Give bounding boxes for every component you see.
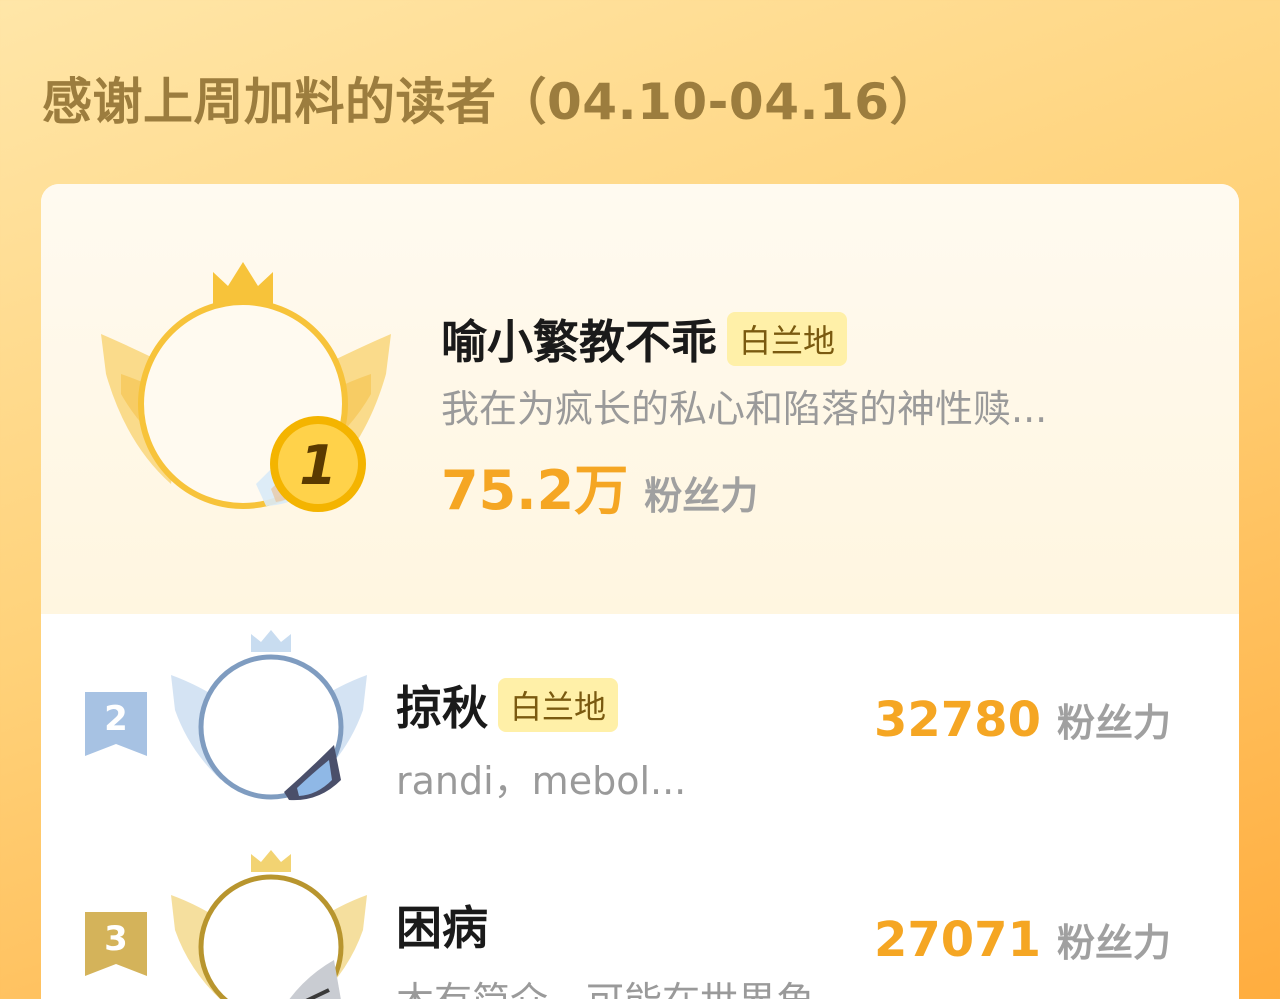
reader-score-2: 32780 [873, 692, 1041, 748]
top-reader-entry[interactable]: 1 喻小繁教不乖 白兰地 我在为疯长的私心和陷落的神性赎... 75.2万 粉丝… [41, 184, 1239, 614]
rank3-number: 3 [104, 919, 128, 959]
top-reader-avatar-frame[interactable]: 1 [96, 254, 396, 534]
reader-description-2: randi，mebol... [396, 759, 687, 803]
reader-avatar-3[interactable] [169, 850, 369, 999]
bronze-crown-wing-frame-icon [171, 850, 367, 999]
rank2-number: 2 [104, 699, 128, 739]
top-reader-name-row: 喻小繁教不乖 白兰地 [441, 306, 848, 372]
top-reader-description: 我在为疯长的私心和陷落的神性赎... [441, 387, 1048, 431]
reader-name-row-3: 困病 [396, 892, 488, 958]
top-reader-score-unit: 粉丝力 [644, 474, 759, 518]
bronze-rank-flag-icon: 3 [85, 912, 147, 976]
top-reader-score-row: 75.2万 粉丝力 [441, 446, 758, 525]
top-reader-badge: 白兰地 [727, 312, 848, 366]
ranking-card: 1 喻小繁教不乖 白兰地 我在为疯长的私心和陷落的神性赎... 75.2万 粉丝… [41, 184, 1239, 999]
reader-score-3: 27071 [873, 912, 1041, 968]
reader-score-row-3: 27071 粉丝力 [874, 912, 1171, 968]
silver-crown-wing-frame-icon [171, 630, 367, 801]
reader-name-3[interactable]: 困病 [396, 892, 488, 958]
reader-row-3[interactable]: 3 困病 木有简介，可能在世界角... 27071 粉丝力 [41, 844, 1239, 999]
reader-row-2[interactable]: 2 掠秋 白兰地 randi，mebol... 32780 粉丝力 [41, 624, 1239, 824]
reader-name-2[interactable]: 掠秋 [396, 672, 488, 738]
silver-rank-flag-icon: 2 [85, 692, 147, 756]
reader-badge-2: 白兰地 [498, 678, 619, 732]
reader-score-unit-2: 粉丝力 [1056, 701, 1171, 745]
rank1-number: 1 [299, 434, 337, 497]
reader-score-row-2: 32780 粉丝力 [874, 692, 1171, 748]
reader-avatar-2[interactable] [169, 630, 369, 810]
page-title: 感谢上周加料的读者（04.10-04.16） [42, 73, 941, 131]
gold-medal-icon: 1 [270, 416, 366, 512]
top-reader-name[interactable]: 喻小繁教不乖 [441, 306, 717, 372]
reader-name-row-2: 掠秋 白兰地 [396, 672, 619, 738]
reader-score-unit-3: 粉丝力 [1056, 921, 1171, 965]
reader-description-3: 木有简介，可能在世界角... [396, 970, 850, 999]
top-reader-score: 75.2万 [441, 459, 629, 522]
